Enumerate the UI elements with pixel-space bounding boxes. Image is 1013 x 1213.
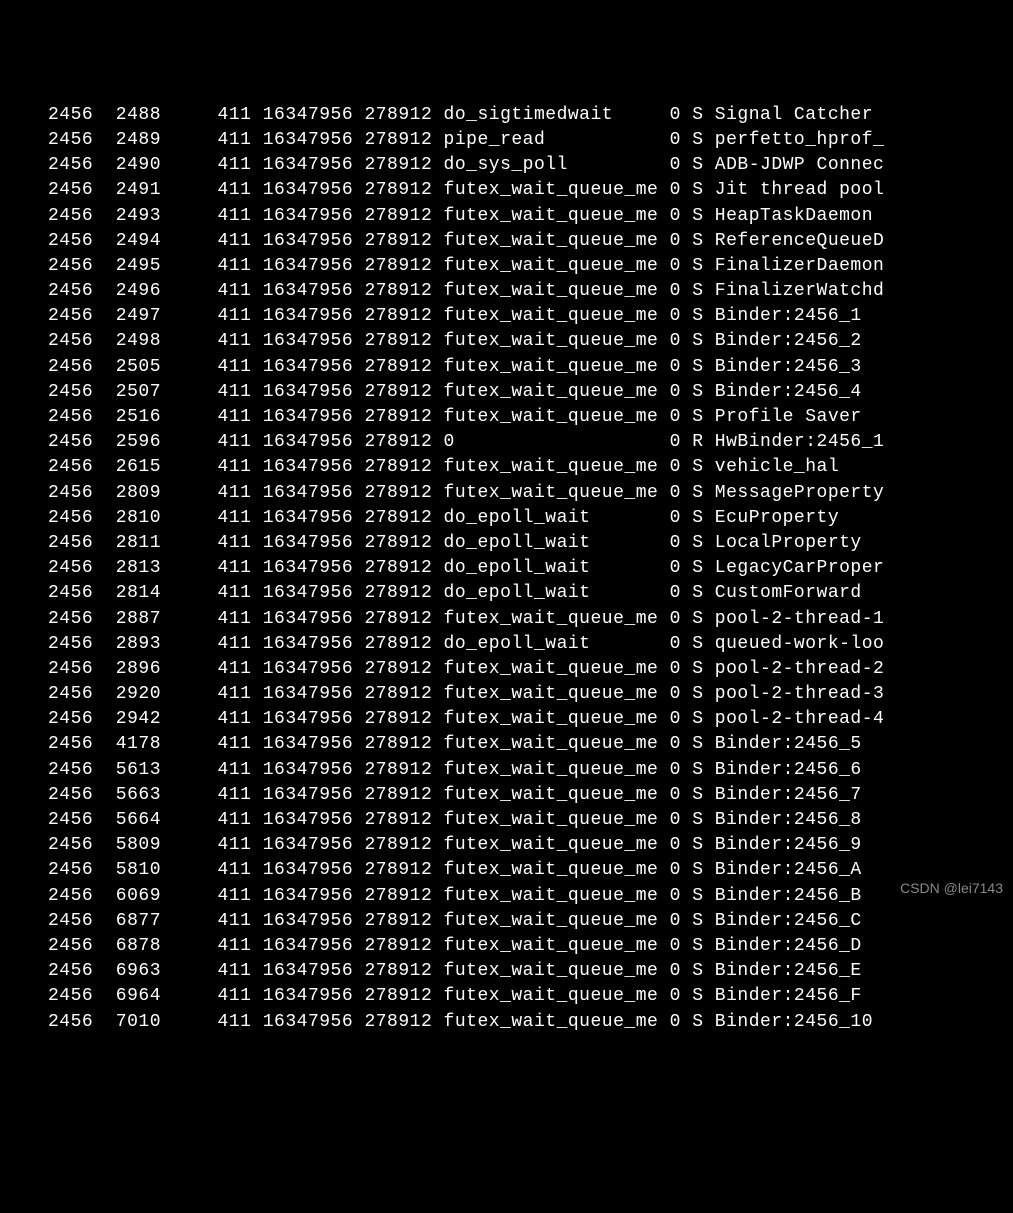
process-row: 2456 6878 411 16347956 278912 futex_wait… [48,934,1013,959]
process-row: 2456 7010 411 16347956 278912 futex_wait… [48,1010,1013,1035]
process-row: 2456 5810 411 16347956 278912 futex_wait… [48,858,1013,883]
process-row: 2456 5613 411 16347956 278912 futex_wait… [48,758,1013,783]
process-row: 2456 2942 411 16347956 278912 futex_wait… [48,707,1013,732]
process-row: 2456 2490 411 16347956 278912 do_sys_pol… [48,153,1013,178]
process-row: 2456 5809 411 16347956 278912 futex_wait… [48,833,1013,858]
process-row: 2456 2505 411 16347956 278912 futex_wait… [48,355,1013,380]
process-row: 2456 2615 411 16347956 278912 futex_wait… [48,455,1013,480]
terminal-output[interactable]: 2456 2488 411 16347956 278912 do_sigtime… [0,103,1013,1035]
process-row: 2456 5664 411 16347956 278912 futex_wait… [48,808,1013,833]
process-row: 2456 2809 411 16347956 278912 futex_wait… [48,481,1013,506]
process-row: 2456 6963 411 16347956 278912 futex_wait… [48,959,1013,984]
process-row: 2456 2896 411 16347956 278912 futex_wait… [48,657,1013,682]
process-row: 2456 2596 411 16347956 278912 0 0 R HwBi… [48,430,1013,455]
process-row: 2456 2493 411 16347956 278912 futex_wait… [48,204,1013,229]
process-row: 2456 2497 411 16347956 278912 futex_wait… [48,304,1013,329]
process-row: 2456 6877 411 16347956 278912 futex_wait… [48,909,1013,934]
process-row: 2456 2893 411 16347956 278912 do_epoll_w… [48,632,1013,657]
process-row: 2456 2488 411 16347956 278912 do_sigtime… [48,103,1013,128]
process-row: 2456 2516 411 16347956 278912 futex_wait… [48,405,1013,430]
process-row: 2456 2495 411 16347956 278912 futex_wait… [48,254,1013,279]
process-row: 2456 2811 411 16347956 278912 do_epoll_w… [48,531,1013,556]
process-row: 2456 5663 411 16347956 278912 futex_wait… [48,783,1013,808]
process-row: 2456 2810 411 16347956 278912 do_epoll_w… [48,506,1013,531]
process-row: 2456 2489 411 16347956 278912 pipe_read … [48,128,1013,153]
process-row: 2456 2920 411 16347956 278912 futex_wait… [48,682,1013,707]
process-row: 2456 6964 411 16347956 278912 futex_wait… [48,984,1013,1009]
process-row: 2456 2494 411 16347956 278912 futex_wait… [48,229,1013,254]
process-row: 2456 2498 411 16347956 278912 futex_wait… [48,329,1013,354]
process-row: 2456 2814 411 16347956 278912 do_epoll_w… [48,581,1013,606]
watermark-text: CSDN @lei7143 [900,879,1003,899]
process-row: 2456 2507 411 16347956 278912 futex_wait… [48,380,1013,405]
process-row: 2456 2813 411 16347956 278912 do_epoll_w… [48,556,1013,581]
process-row: 2456 2496 411 16347956 278912 futex_wait… [48,279,1013,304]
process-row: 2456 2491 411 16347956 278912 futex_wait… [48,178,1013,203]
process-row: 2456 2887 411 16347956 278912 futex_wait… [48,607,1013,632]
process-row: 2456 4178 411 16347956 278912 futex_wait… [48,732,1013,757]
